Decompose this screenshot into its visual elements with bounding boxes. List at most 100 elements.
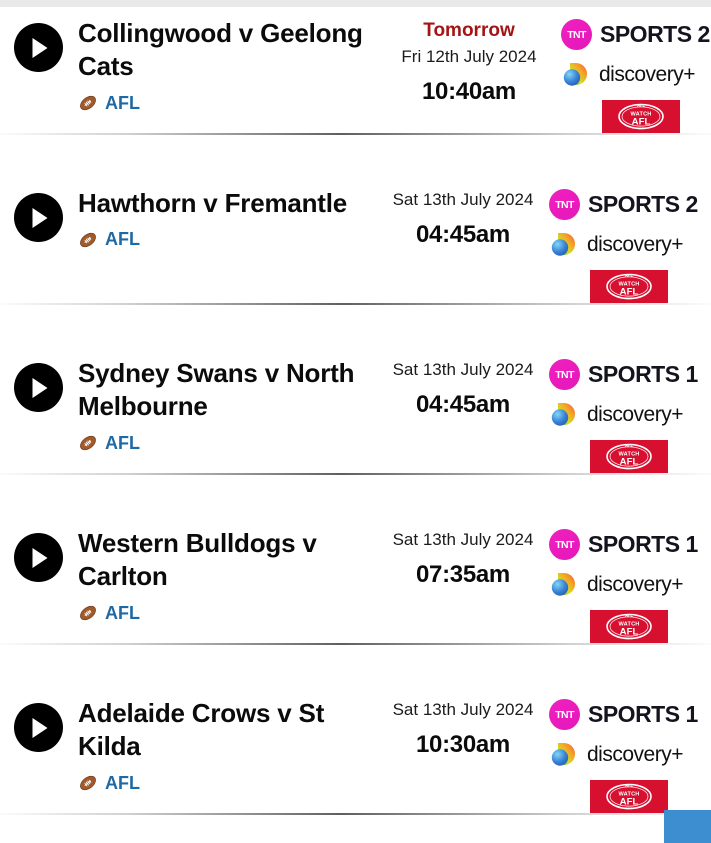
- fixture-title-cell: Hawthorn v Fremantle AFL: [78, 185, 383, 250]
- watch-afl-logo-icon[interactable]: AFL WATCH AFL .com: [590, 610, 668, 643]
- tnt-logo-icon: TNT: [549, 699, 580, 730]
- fixture-date: Sat 13th July 2024: [392, 360, 534, 379]
- broadcaster-discovery-plus[interactable]: discovery+: [561, 60, 711, 90]
- football-icon: [78, 773, 98, 793]
- fixture-title-cell: Sydney Swans v North Melbourne AFL: [78, 355, 383, 454]
- discovery-plus-logo-icon: [549, 400, 579, 430]
- fixture-row-5[interactable]: Adelaide Crows v St Kilda AFL Sat 13th J…: [0, 687, 711, 843]
- watch-afl-logo-icon[interactable]: AFL WATCH AFL .com: [590, 270, 668, 303]
- broadcaster-discovery-plus[interactable]: discovery+: [549, 740, 711, 770]
- fixture-list-page: Collingwood v Geelong Cats AFL Tomorrow …: [0, 0, 711, 843]
- watch-afl-logo-icon[interactable]: AFL WATCH AFL .com: [590, 440, 668, 473]
- tnt-logo-icon: TNT: [561, 19, 592, 50]
- football-icon: [78, 93, 98, 113]
- svg-text:AFL: AFL: [625, 443, 633, 448]
- broadcaster-tnt[interactable]: TNT SPORTS 2: [561, 19, 711, 50]
- fixture-time: 07:35am: [416, 561, 510, 589]
- broadcaster-discovery-plus[interactable]: discovery+: [549, 400, 711, 430]
- fixture-date: Sat 13th July 2024: [392, 530, 534, 549]
- fixture-time-cell: Tomorrow Fri 12th July 2024 10:40am: [383, 15, 555, 106]
- row-divider: [0, 813, 711, 815]
- svg-text:.com: .com: [638, 126, 645, 130]
- broadcaster-tnt[interactable]: TNT SPORTS 1: [549, 699, 711, 730]
- match-title: Hawthorn v Fremantle: [78, 188, 348, 218]
- broadcaster-discovery-plus[interactable]: discovery+: [549, 230, 711, 260]
- broadcaster-tnt[interactable]: TNT SPORTS 1: [549, 529, 711, 560]
- relative-day-label: Tomorrow: [423, 20, 515, 41]
- fixture-time-cell: Sat 13th July 2024 10:30am: [383, 695, 543, 759]
- fixture-row-2[interactable]: Hawthorn v Fremantle AFL Sat 13th July 2…: [0, 177, 711, 347]
- fixture-time: 04:45am: [416, 391, 510, 419]
- fixture-row-1[interactable]: Collingwood v Geelong Cats AFL Tomorrow …: [0, 7, 711, 177]
- broadcaster-discovery-plus[interactable]: discovery+: [549, 570, 711, 600]
- sport-row: AFL: [78, 603, 383, 624]
- fixture-time: 10:30am: [416, 731, 510, 759]
- broadcaster-cell: TNT SPORTS 2 discovery+ AFL WATCH AFL .c…: [555, 15, 711, 133]
- play-icon[interactable]: [14, 193, 63, 242]
- discovery-plus-logo-icon: [549, 570, 579, 600]
- fixture-row-4[interactable]: Western Bulldogs v Carlton AFL Sat 13th …: [0, 517, 711, 687]
- svg-text:AFL: AFL: [625, 613, 633, 618]
- play-icon[interactable]: [14, 533, 63, 582]
- discovery-plus-logo-icon: [549, 230, 579, 260]
- tnt-channel-label: SPORTS 1: [588, 701, 698, 727]
- broadcaster-cell: TNT SPORTS 1 discovery+ AFL WATCH AFL .c…: [543, 525, 711, 643]
- row-divider: [0, 133, 711, 135]
- svg-text:.com: .com: [626, 466, 633, 470]
- fixture-row-3[interactable]: Sydney Swans v North Melbourne AFL Sat 1…: [0, 347, 711, 517]
- watch-afl-logo-icon[interactable]: AFL WATCH AFL .com: [602, 100, 680, 133]
- sport-row: AFL: [78, 773, 383, 794]
- tnt-logo-icon: TNT: [549, 529, 580, 560]
- sport-link[interactable]: AFL: [105, 93, 140, 114]
- play-button-cell: [0, 15, 78, 72]
- tnt-logo-text: TNT: [555, 198, 574, 211]
- broadcaster-cell: TNT SPORTS 1 discovery+ AFL WATCH AFL .c…: [543, 355, 711, 473]
- fixture-time-cell: Sat 13th July 2024 04:45am: [383, 355, 543, 419]
- tnt-logo-text: TNT: [555, 368, 574, 381]
- match-title: Western Bulldogs v Carlton: [78, 528, 317, 592]
- play-button-cell: [0, 525, 78, 582]
- row-divider: [0, 303, 711, 305]
- sport-link[interactable]: AFL: [105, 773, 140, 794]
- discovery-plus-label: discovery+: [587, 573, 683, 596]
- play-button-cell: [0, 185, 78, 242]
- football-icon: [78, 433, 98, 453]
- play-icon[interactable]: [14, 703, 63, 752]
- play-button-cell: [0, 355, 78, 412]
- row-divider: [0, 643, 711, 645]
- fixture-time-cell: Sat 13th July 2024 04:45am: [383, 185, 543, 249]
- sport-link[interactable]: AFL: [105, 603, 140, 624]
- svg-text:.com: .com: [626, 296, 633, 300]
- match-title: Sydney Swans v North Melbourne: [78, 358, 355, 422]
- discovery-plus-label: discovery+: [587, 403, 683, 426]
- sport-link[interactable]: AFL: [105, 229, 140, 250]
- fixture-title-cell: Adelaide Crows v St Kilda AFL: [78, 695, 383, 794]
- sport-row: AFL: [78, 93, 383, 114]
- chat-widget-button[interactable]: [664, 810, 711, 843]
- discovery-plus-logo-icon: [549, 740, 579, 770]
- football-icon: [78, 230, 98, 250]
- tnt-logo-icon: TNT: [549, 359, 580, 390]
- play-button-cell: [0, 695, 78, 752]
- watch-afl-logo-icon[interactable]: AFL WATCH AFL .com: [590, 780, 668, 813]
- svg-text:AFL: AFL: [625, 783, 633, 788]
- fixture-date: Sat 13th July 2024: [392, 700, 534, 719]
- tnt-channel-label: SPORTS 1: [588, 531, 698, 557]
- play-icon[interactable]: [14, 363, 63, 412]
- fixture-time-cell: Sat 13th July 2024 07:35am: [383, 525, 543, 589]
- tnt-channel-label: SPORTS 1: [588, 361, 698, 387]
- sport-link[interactable]: AFL: [105, 433, 140, 454]
- fixture-time: 04:45am: [416, 221, 510, 249]
- tnt-channel-label: SPORTS 2: [588, 191, 698, 217]
- broadcaster-tnt[interactable]: TNT SPORTS 1: [549, 359, 711, 390]
- svg-text:.com: .com: [626, 636, 633, 640]
- broadcaster-cell: TNT SPORTS 1 discovery+ AFL WATCH AFL .c…: [543, 695, 711, 813]
- broadcaster-tnt[interactable]: TNT SPORTS 2: [549, 189, 711, 220]
- discovery-plus-label: discovery+: [587, 743, 683, 766]
- fixture-date: Fri 12th July 2024: [401, 46, 537, 66]
- match-title: Collingwood v Geelong Cats: [78, 18, 363, 82]
- play-icon[interactable]: [14, 23, 63, 72]
- svg-text:AFL: AFL: [637, 103, 645, 108]
- discovery-plus-label: discovery+: [599, 63, 695, 86]
- discovery-plus-logo-icon: [561, 60, 591, 90]
